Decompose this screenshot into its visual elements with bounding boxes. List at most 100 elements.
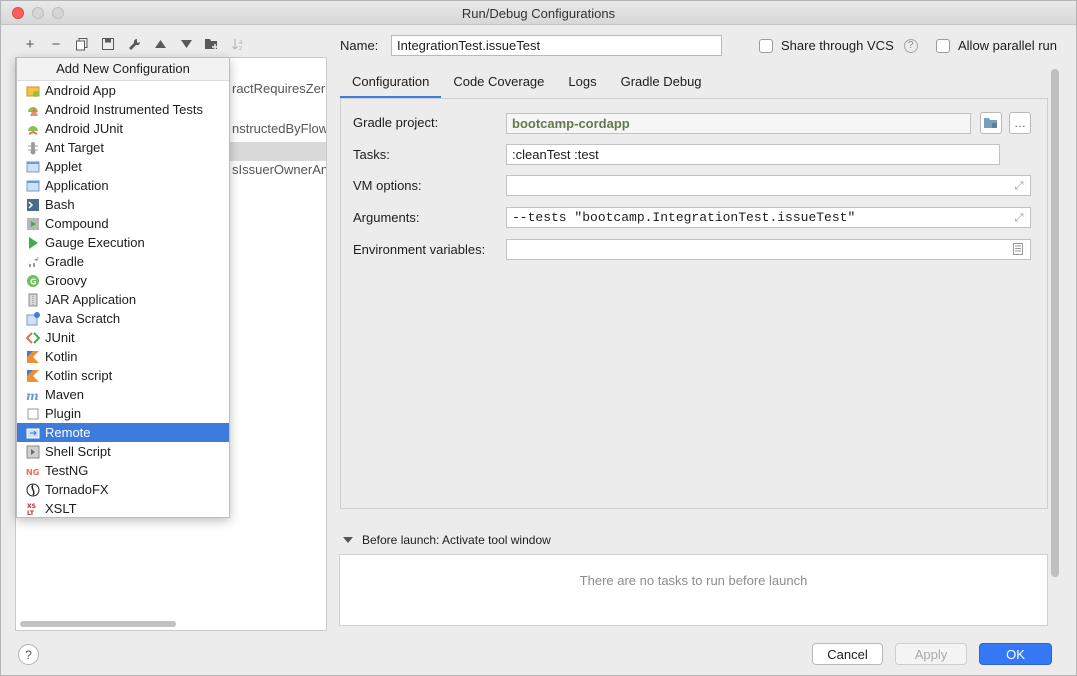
config-type-ant-target[interactable]: Ant Target: [17, 138, 229, 157]
tab-code-coverage[interactable]: Code Coverage: [441, 69, 556, 99]
config-type-remote[interactable]: Remote: [17, 423, 229, 442]
tab-configuration[interactable]: Configuration: [340, 69, 442, 99]
config-type-plugin[interactable]: Plugin: [17, 404, 229, 423]
share-vcs-box[interactable]: [759, 38, 773, 53]
name-label: Name:: [340, 38, 379, 53]
config-type-tornadofx[interactable]: TornadoFX: [17, 480, 229, 499]
arguments-field[interactable]: --tests "bootcamp.IntegrationTest.issueT…: [506, 207, 1031, 228]
expand-icon[interactable]: ⤢: [1013, 180, 1025, 192]
svg-text:G: G: [30, 277, 37, 286]
share-vcs-label: Share through VCS: [781, 38, 894, 53]
arrow-up-icon[interactable]: [147, 34, 173, 54]
copy-icon[interactable]: [69, 34, 95, 54]
config-type-testng[interactable]: NG TestNG: [17, 461, 229, 480]
config-type-java-scratch[interactable]: Java Scratch: [17, 309, 229, 328]
popup-header: Add New Configuration: [17, 58, 229, 81]
tasks-field[interactable]: :cleanTest :test: [506, 144, 1000, 165]
android-app-icon: [25, 83, 40, 98]
document-icon[interactable]: [1012, 243, 1024, 255]
arrow-down-icon[interactable]: [173, 34, 199, 54]
config-type-groovy[interactable]: G Groovy: [17, 271, 229, 290]
config-type-gauge-execution[interactable]: Gauge Execution: [17, 233, 229, 252]
config-type-application[interactable]: Application: [17, 176, 229, 195]
bash-icon: [25, 197, 40, 212]
svg-text:z: z: [239, 45, 242, 51]
groovy-icon: G: [25, 273, 40, 288]
config-type-applet[interactable]: Applet: [17, 157, 229, 176]
config-type-bash[interactable]: Bash: [17, 195, 229, 214]
config-type-label: Ant Target: [45, 140, 105, 155]
config-type-label: JAR Application: [45, 292, 137, 307]
config-type-label: JUnit: [45, 330, 75, 345]
cancel-button[interactable]: Cancel: [812, 643, 883, 665]
remove-icon[interactable]: −: [43, 34, 69, 54]
tree-item[interactable]: nstructedByFlow: [232, 121, 326, 136]
tree-selected-row[interactable]: [230, 142, 326, 161]
help-button[interactable]: ?: [18, 644, 39, 665]
allow-parallel-label: Allow parallel run: [958, 38, 1057, 53]
config-type-shell-script[interactable]: Shell Script: [17, 442, 229, 461]
before-launch-label: Before launch: Activate tool window: [362, 533, 551, 547]
config-type-label: Plugin: [45, 406, 82, 421]
ant-icon: [25, 140, 40, 155]
before-launch-tasks[interactable]: There are no tasks to run before launch: [339, 554, 1048, 626]
config-type-jar-application[interactable]: JAR Application: [17, 290, 229, 309]
sort-icon[interactable]: az: [225, 34, 251, 54]
xslt-icon: XS LT: [25, 501, 40, 516]
vm-options-field[interactable]: [506, 175, 1031, 196]
config-type-maven[interactable]: m Maven: [17, 385, 229, 404]
save-icon[interactable]: [95, 34, 121, 54]
gradle-project-more-button[interactable]: …: [1009, 112, 1031, 134]
wrench-icon[interactable]: [121, 34, 147, 54]
config-type-label: TestNG: [45, 463, 89, 478]
junit-icon: [25, 330, 40, 345]
tasks-label: Tasks:: [353, 147, 390, 162]
config-type-android-junit[interactable]: Android JUnit: [17, 119, 229, 138]
android-instrumented-icon: [25, 102, 40, 117]
folder-icon[interactable]: [199, 34, 225, 54]
tab-gradle-debug[interactable]: Gradle Debug: [609, 69, 714, 99]
plugin-icon: [25, 406, 40, 421]
tab-logs[interactable]: Logs: [556, 69, 608, 99]
config-type-kotlin[interactable]: Kotlin: [17, 347, 229, 366]
config-type-gradle[interactable]: Gradle: [17, 252, 229, 271]
before-launch-toggle[interactable]: Before launch: Activate tool window: [343, 533, 551, 547]
config-type-label: Groovy: [45, 273, 87, 288]
config-type-android-app[interactable]: Android App: [17, 81, 229, 100]
kotlin-icon: [25, 349, 40, 364]
remote-icon: [25, 425, 40, 440]
testng-icon: NG: [25, 463, 40, 478]
vertical-scrollbar[interactable]: [1051, 69, 1059, 577]
config-type-kotlin-script[interactable]: Kotlin script: [17, 366, 229, 385]
config-type-label: TornadoFX: [45, 482, 109, 497]
config-type-xslt[interactable]: XS LT XSLT: [17, 499, 229, 518]
name-input[interactable]: IntegrationTest.issueTest: [391, 35, 722, 56]
tree-horizontal-scrollbar[interactable]: [20, 621, 176, 627]
expand-icon[interactable]: ⤢: [1013, 212, 1025, 224]
config-type-label: Gauge Execution: [45, 235, 145, 250]
ok-button[interactable]: OK: [979, 643, 1052, 665]
arguments-label: Arguments:: [353, 210, 420, 225]
collapse-triangle-icon: [343, 537, 353, 543]
help-icon[interactable]: ?: [903, 38, 918, 53]
title-bar: Run/Debug Configurations: [1, 1, 1076, 25]
add-icon[interactable]: +: [17, 34, 43, 54]
config-type-android-instrumented-tests[interactable]: Android Instrumented Tests: [17, 100, 229, 119]
gradle-icon: [25, 254, 40, 269]
apply-button[interactable]: Apply: [895, 643, 967, 665]
config-type-label: Shell Script: [45, 444, 111, 459]
config-type-label: Java Scratch: [45, 311, 121, 326]
gradle-project-field[interactable]: bootcamp-cordapp: [506, 113, 971, 134]
svg-text:XS: XS: [27, 503, 36, 510]
config-type-junit[interactable]: JUnit: [17, 328, 229, 347]
config-type-compound[interactable]: Compound: [17, 214, 229, 233]
gradle-project-browse-button[interactable]: [980, 112, 1002, 134]
config-toolbar: + − az: [17, 34, 251, 54]
env-vars-field[interactable]: [506, 239, 1031, 260]
tree-item[interactable]: sIssuerOwnerAn: [232, 162, 326, 177]
tree-item[interactable]: ractRequiresZer: [232, 81, 325, 96]
gradle-project-label: Gradle project:: [353, 115, 439, 130]
allow-parallel-checkbox[interactable]: Allow parallel run: [936, 38, 1057, 53]
allow-parallel-box[interactable]: [936, 38, 950, 53]
share-vcs-checkbox[interactable]: Share through VCS ?: [759, 38, 918, 53]
